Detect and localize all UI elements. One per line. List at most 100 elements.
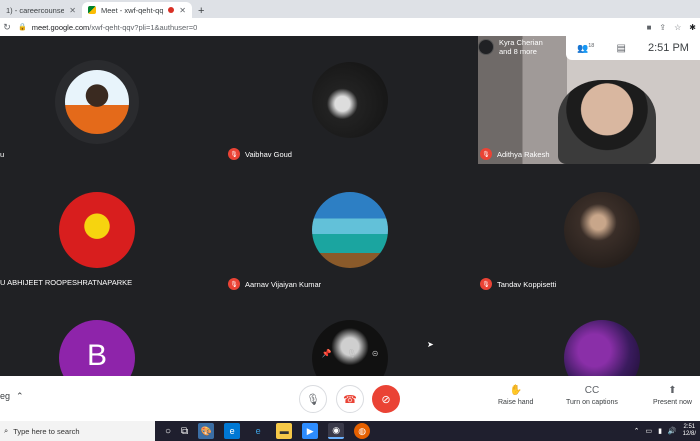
edge-app-icon[interactable]: e xyxy=(224,423,241,439)
avatar xyxy=(312,192,388,268)
camera-off-icon: ⊘ xyxy=(381,393,391,406)
ie-app-icon[interactable]: e xyxy=(250,423,266,439)
presenter-name: Kyra Cherian xyxy=(499,38,543,47)
close-icon[interactable]: ✕ xyxy=(179,6,186,15)
meeting-time: 2:51 PM xyxy=(647,42,689,54)
zoom-app-icon[interactable]: ▶ xyxy=(302,423,319,439)
participant-tile[interactable]: 🎙 Aarnav Vijaiyan Kumar xyxy=(226,168,476,294)
leave-call-button[interactable]: ☎ xyxy=(336,385,364,413)
participant-tile[interactable]: 🎙 Tandav Koppisetti xyxy=(478,168,700,294)
raise-hand-button[interactable]: ✋ Raise hand xyxy=(498,385,533,406)
people-count: 18 xyxy=(588,42,595,49)
browser-tab-mail[interactable]: 1) - careercounselor@the... ✕ xyxy=(0,2,82,18)
new-tab-button[interactable]: + xyxy=(198,4,204,18)
participant-tile[interactable] xyxy=(478,298,700,376)
participant-tile[interactable]: 🎙 Vaibhav Goud xyxy=(226,36,476,164)
star-icon[interactable]: ☆ xyxy=(674,23,681,32)
participant-name: u xyxy=(0,150,5,159)
meet-logo-icon xyxy=(88,6,96,14)
participant-name: Vaibhav Goud xyxy=(245,149,292,159)
presenter-indicator[interactable]: Kyra Cherian and 8 more xyxy=(478,38,543,56)
system-tray: ⌃ ▭ ▮ 🔊 2:51 12/8/ xyxy=(634,424,696,438)
raise-hand-label: Raise hand xyxy=(498,399,534,406)
participant-tile[interactable]: 📌 🎙 ⊝ xyxy=(226,298,476,376)
avatar xyxy=(312,62,388,138)
participant-name: U ABHIJEET ROOPESHRATNAPARKE xyxy=(0,278,133,287)
browser-tab-meet[interactable]: Meet - xwf-qeht-qqv ✕ xyxy=(82,2,192,18)
hand-icon: ✋ xyxy=(509,385,522,396)
search-placeholder: Type here to search xyxy=(13,426,80,436)
address-bar: ↻ 🔒 meet.google.com/xwf-qeht-qqv?pli=1&a… xyxy=(0,18,700,36)
chevron-up-icon[interactable]: ⌃ xyxy=(16,391,24,402)
volume-icon[interactable]: 🔊 xyxy=(668,427,677,435)
camera-blocked-icon[interactable]: ■ xyxy=(647,23,652,32)
share-icon[interactable]: ⇪ xyxy=(659,23,666,32)
microphone-button[interactable]: 🎙 xyxy=(299,385,327,413)
chat-icon[interactable]: ▤ xyxy=(616,43,625,54)
taskbar-search[interactable]: ⌕ Type here to search xyxy=(0,421,155,441)
meeting-grid: u 🎙 Vaibhav Goud 🎙 Adithya Rakesh U ABHI… xyxy=(0,36,700,376)
people-icon: 👥 xyxy=(577,42,589,53)
avatar-letter: B xyxy=(86,339,107,372)
people-button[interactable]: 👥18 xyxy=(577,43,594,54)
avatar: B xyxy=(59,320,135,376)
battery-icon[interactable]: ▮ xyxy=(658,427,662,435)
pin-icon[interactable]: 📌 xyxy=(322,349,332,358)
close-icon[interactable]: ✕ xyxy=(69,6,76,15)
extensions-icon[interactable]: ✱ xyxy=(689,23,696,32)
mic-off-icon: 🎙 xyxy=(480,148,492,160)
url-path: /xwf-qeht-qqv?pli=1&authuser=0 xyxy=(89,22,198,32)
captions-button[interactable]: CC Turn on captions xyxy=(566,385,618,406)
avatar xyxy=(55,60,139,144)
mic-icon[interactable]: 🎙 xyxy=(347,349,357,358)
reload-icon[interactable]: ↻ xyxy=(0,22,14,33)
more-options-icon[interactable]: ⊝ xyxy=(372,349,379,358)
firefox-app-icon[interactable]: ◍ xyxy=(354,423,371,439)
tile-hover-controls: 📌 🎙 ⊝ xyxy=(314,346,386,360)
system-clock[interactable]: 2:51 12/8/ xyxy=(683,424,696,438)
task-view-icon[interactable]: ⧉ xyxy=(181,426,188,437)
avatar xyxy=(59,192,135,268)
avatar xyxy=(564,192,640,268)
present-label: Present now xyxy=(653,399,692,406)
mic-icon: 🎙 xyxy=(306,393,320,406)
participant-tile[interactable]: B xyxy=(0,298,222,376)
present-icon: ⬆ xyxy=(668,385,677,396)
clock-date: 12/8/ xyxy=(682,431,696,437)
participant-tile[interactable]: U ABHIJEET ROOPESHRATNAPARKE xyxy=(0,168,222,294)
network-icon[interactable]: ▭ xyxy=(645,427,652,435)
lock-icon[interactable]: 🔒 xyxy=(18,23,27,31)
captions-label: Turn on captions xyxy=(566,399,618,406)
url-host: meet.google.com xyxy=(31,22,90,32)
avatar xyxy=(564,320,640,376)
meeting-details[interactable]: eg ⌃ xyxy=(0,391,24,402)
present-now-button[interactable]: ⬆ Present now xyxy=(653,385,692,406)
chevron-up-icon[interactable]: ⌃ xyxy=(634,427,640,435)
participant-name: Adithya Rakesh xyxy=(497,149,550,159)
hang-up-icon: ☎ xyxy=(343,393,357,406)
cortana-icon[interactable]: ○ xyxy=(165,426,171,437)
windows-taskbar: ⌕ Type here to search ○ ⧉ 🎨 e e ▬ ▶ ◉ ◍ … xyxy=(0,421,700,441)
participant-video xyxy=(558,80,656,164)
meeting-code-label: eg xyxy=(0,391,11,401)
chrome-app-icon[interactable]: ◉ xyxy=(328,423,345,439)
presenter-more: and 8 more xyxy=(499,47,537,56)
captions-icon: CC xyxy=(584,385,600,396)
participant-name: Aarnav Vijaiyan Kumar xyxy=(245,279,322,289)
cursor-icon: ➤ xyxy=(427,340,434,349)
meeting-header-panel: 👥18 ▤ 2:51 PM xyxy=(566,36,700,60)
mic-off-icon: 🎙 xyxy=(228,278,240,290)
meeting-controls: eg ⌃ 🎙 ☎ ⊘ ✋ Raise hand CC Turn on capti… xyxy=(0,376,700,421)
participant-name: Tandav Koppisetti xyxy=(497,279,557,289)
file-explorer-icon[interactable]: ▬ xyxy=(276,423,293,439)
mic-off-icon: 🎙 xyxy=(480,278,492,290)
search-icon: ⌕ xyxy=(4,426,9,435)
avatar xyxy=(478,39,494,55)
participant-tile[interactable]: u xyxy=(0,36,222,164)
url-field[interactable]: 🔒 meet.google.com/xwf-qeht-qqv?pli=1&aut… xyxy=(18,23,647,32)
paint-app-icon[interactable]: 🎨 xyxy=(198,423,215,439)
camera-button[interactable]: ⊘ xyxy=(372,385,400,413)
mic-off-icon: 🎙 xyxy=(228,148,240,160)
browser-tabbar: 1) - careercounselor@the... ✕ Meet - xwf… xyxy=(0,0,700,18)
tab-title: 1) - careercounselor@the... xyxy=(6,5,65,15)
